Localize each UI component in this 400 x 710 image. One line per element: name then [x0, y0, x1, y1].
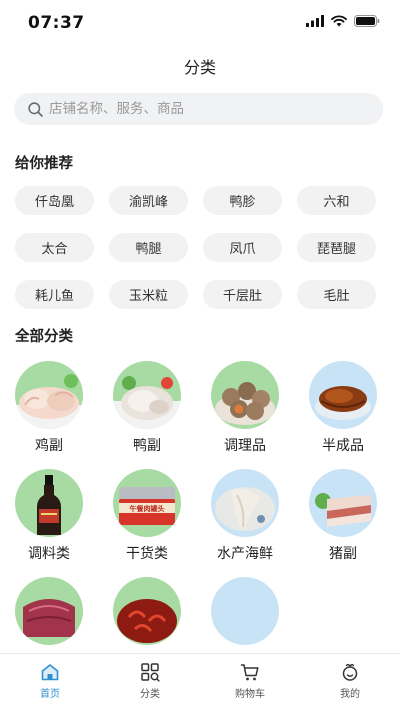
search-bar[interactable] [14, 93, 383, 125]
category-item[interactable]: 猪副 [294, 469, 392, 562]
tab-cart[interactable]: 购物车 [200, 654, 300, 710]
recommend-chip[interactable]: 仟岛凰 [15, 186, 94, 215]
status-time: 07:37 [28, 13, 85, 33]
raw-meat-image [15, 577, 83, 645]
category-item[interactable]: 半成品 [294, 361, 392, 454]
category-label: 调料类 [28, 546, 70, 562]
page-title: 分类 [183, 58, 216, 77]
category-item[interactable] [98, 577, 196, 653]
chicken-feet-image [15, 361, 83, 429]
category-item[interactable]: 水产海鲜 [196, 469, 294, 562]
tab-category[interactable]: 分类 [100, 654, 200, 710]
placeholder-image [211, 577, 279, 645]
tab-profile[interactable]: 我的 [300, 654, 400, 710]
canned-luncheon-meat-image: 午餐肉罐头 [113, 469, 181, 537]
home-icon [41, 664, 59, 681]
category-item[interactable]: 午餐肉罐头 干货类 [98, 469, 196, 562]
recommend-chip[interactable]: 渝凯峰 [109, 186, 188, 215]
category-label: 调理品 [224, 438, 266, 454]
category-item[interactable] [196, 577, 294, 653]
recommend-chip[interactable]: 凤爪 [203, 233, 282, 262]
category-list: 鸡副 鸭副 调理品 半成品 调料类 午餐肉罐头 干货类 水产海鲜 猪副 [0, 361, 400, 653]
categories-section-title: 全部分类 [15, 329, 73, 345]
recommend-chip[interactable]: 鸭胗 [203, 186, 282, 215]
pork-belly-image [309, 469, 377, 537]
recommend-chips: 仟岛凰 渝凯峰 鸭胗 六和 太合 鸭腿 凤爪 琵琶腿 耗儿鱼 玉米粒 千层肚 毛… [15, 186, 385, 309]
category-item[interactable]: 鸭副 [98, 361, 196, 454]
recommend-chip[interactable]: 六和 [297, 186, 376, 215]
soy-sauce-bottle-image [15, 469, 83, 537]
cellular-signal-icon [306, 15, 324, 27]
recommend-chip[interactable]: 毛肚 [297, 280, 376, 309]
category-label: 猪副 [329, 546, 357, 562]
category-item[interactable]: 鸡副 [0, 361, 98, 454]
tab-label: 分类 [140, 689, 160, 700]
bottom-tab-bar: 首页 分类 购物车 我的 [0, 653, 400, 710]
recommend-chip[interactable]: 鸭腿 [109, 233, 188, 262]
meatballs-image [211, 361, 279, 429]
wifi-icon [331, 15, 347, 27]
search-input[interactable] [49, 101, 349, 117]
recommend-section-title: 给你推荐 [15, 156, 73, 172]
category-label: 水产海鲜 [217, 546, 273, 562]
status-bar: 07:37 [0, 0, 400, 44]
search-icon [28, 101, 43, 117]
category-label: 鸭副 [133, 438, 161, 454]
battery-icon [354, 15, 380, 27]
fish-fillet-image [211, 469, 279, 537]
tab-label: 首页 [40, 689, 60, 700]
category-label: 干货类 [126, 546, 168, 562]
category-item[interactable]: 调料类 [0, 469, 98, 562]
recommend-chip[interactable]: 耗儿鱼 [15, 280, 94, 309]
category-item[interactable]: 调理品 [196, 361, 294, 454]
duck-parts-image [113, 361, 181, 429]
crayfish-hotpot-image [113, 577, 181, 645]
status-icons [306, 15, 380, 27]
recommend-chip[interactable]: 千层肚 [203, 280, 282, 309]
recommend-chip[interactable]: 玉米粒 [109, 280, 188, 309]
category-label: 半成品 [322, 438, 364, 454]
tab-home[interactable]: 首页 [0, 654, 100, 710]
svg-text:午餐肉罐头: 午餐肉罐头 [130, 504, 165, 513]
recommend-chip[interactable]: 太合 [15, 233, 94, 262]
tab-label: 购物车 [235, 689, 265, 700]
tab-label: 我的 [340, 689, 360, 700]
category-item[interactable] [0, 577, 98, 653]
cart-icon [240, 664, 259, 681]
recommend-chip[interactable]: 琵琶腿 [297, 233, 376, 262]
category-grid-icon [141, 663, 160, 682]
category-label: 鸡副 [35, 438, 63, 454]
braised-meat-image [309, 361, 377, 429]
profile-icon [342, 663, 358, 681]
